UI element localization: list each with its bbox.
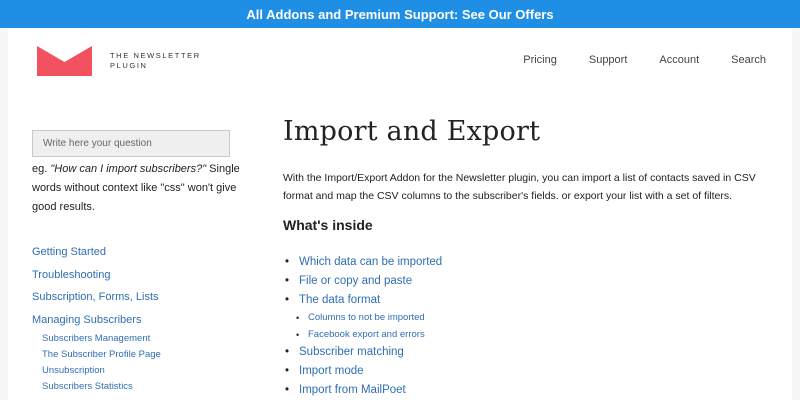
sidebar-subitem-subscribers-management[interactable]: Subscribers Management bbox=[32, 331, 242, 347]
article-content: Import and Export With the Import/Export… bbox=[283, 116, 773, 400]
nav-account[interactable]: Account bbox=[659, 54, 699, 66]
sidebar-item-managing-subscribers[interactable]: Managing Subscribers bbox=[32, 309, 242, 332]
toc-item[interactable]: Import from MailPoet bbox=[283, 381, 442, 400]
toc-item[interactable]: File or copy and paste bbox=[283, 272, 442, 291]
sidebar-item-troubleshooting[interactable]: Troubleshooting bbox=[32, 264, 242, 287]
top-nav: Pricing Support Account Search bbox=[523, 54, 766, 66]
toc-item[interactable]: The data format bbox=[283, 291, 442, 310]
article-intro: With the Import/Export Addon for the New… bbox=[283, 172, 756, 202]
toc-item[interactable]: Subscriber matching bbox=[283, 343, 442, 362]
envelope-logo-icon bbox=[37, 46, 92, 76]
search-hint: eg. "How can I import subscribers?" Sing… bbox=[32, 160, 242, 217]
nav-support[interactable]: Support bbox=[589, 54, 628, 66]
page-title: Import and Export bbox=[283, 116, 541, 147]
toc-item[interactable]: Which data can be imported bbox=[283, 253, 442, 272]
page-container: THE NEWSLETTER PLUGIN Pricing Support Ac… bbox=[8, 28, 792, 400]
logo-wordmark: THE NEWSLETTER PLUGIN bbox=[110, 51, 201, 70]
toc-subitem[interactable]: Columns to not be imported bbox=[283, 310, 442, 327]
site-logo[interactable]: THE NEWSLETTER PLUGIN bbox=[37, 46, 220, 76]
toc-heading: What's inside bbox=[283, 217, 373, 233]
toc-subitem[interactable]: Facebook export and errors bbox=[283, 327, 442, 344]
hint-prefix: eg. bbox=[32, 163, 51, 175]
sidebar-nav: Getting Started Troubleshooting Subscrip… bbox=[32, 241, 242, 395]
nav-search[interactable]: Search bbox=[731, 54, 766, 66]
promo-banner-text[interactable]: All Addons and Premium Support: See Our … bbox=[246, 7, 553, 22]
sidebar-item-subscription-forms-lists[interactable]: Subscription, Forms, Lists bbox=[32, 286, 242, 309]
nav-pricing[interactable]: Pricing bbox=[523, 54, 557, 66]
sidebar-subitem-subscriber-profile-page[interactable]: The Subscriber Profile Page bbox=[32, 347, 242, 363]
sidebar-subitem-unsubscription[interactable]: Unsubscription bbox=[32, 363, 242, 379]
toc-item[interactable]: Import mode bbox=[283, 362, 442, 381]
promo-banner[interactable]: All Addons and Premium Support: See Our … bbox=[0, 0, 800, 28]
hint-example: "How can I import subscribers?" bbox=[50, 163, 207, 175]
table-of-contents: Which data can be imported File or copy … bbox=[283, 253, 442, 400]
sidebar-item-getting-started[interactable]: Getting Started bbox=[32, 241, 242, 264]
sidebar-subitem-subscribers-statistics[interactable]: Subscribers Statistics bbox=[32, 379, 242, 395]
help-search-input[interactable] bbox=[32, 130, 230, 157]
